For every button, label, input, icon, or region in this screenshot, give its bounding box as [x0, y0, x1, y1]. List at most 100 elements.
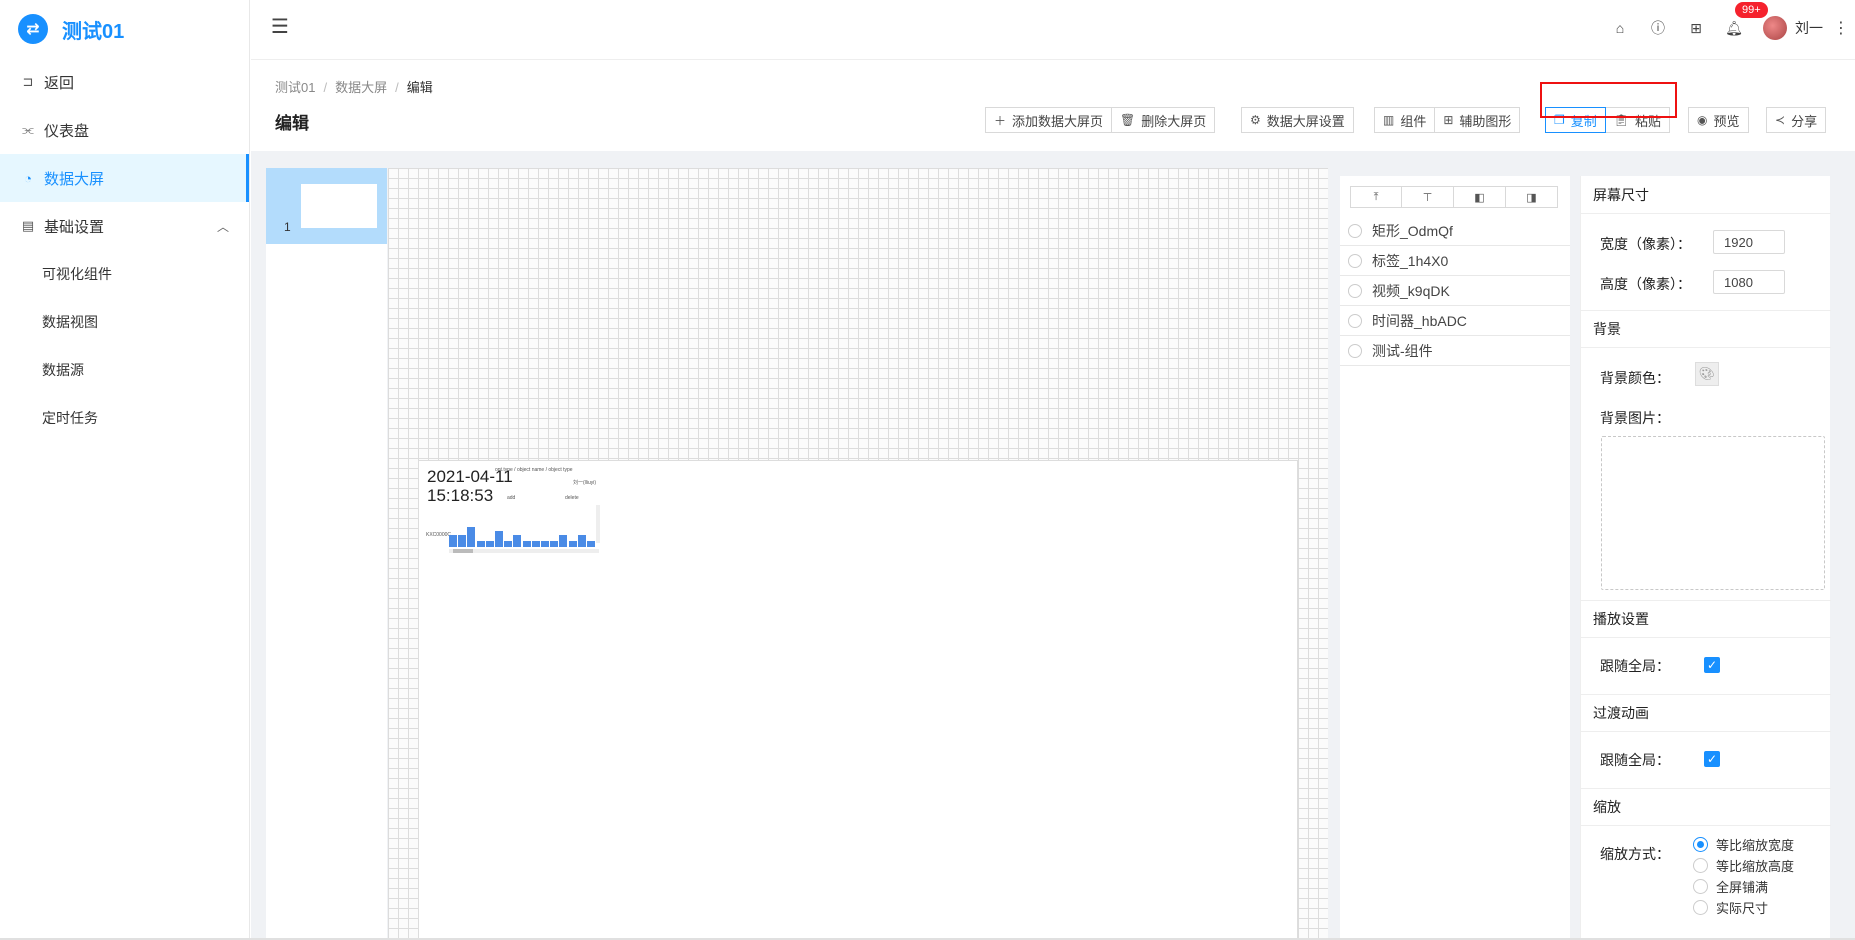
width-input[interactable]: 1920: [1713, 230, 1785, 254]
sidebar-subitem-data-view[interactable]: 数据视图: [0, 298, 249, 346]
mini-chart-scroll-thumb[interactable]: [453, 549, 473, 553]
logo-text: 测试01: [62, 20, 125, 43]
move-to-top-icon[interactable]: ⤒: [1350, 186, 1402, 208]
layer-item[interactable]: 测试-组件: [1340, 336, 1570, 366]
layer-select-radio[interactable]: [1348, 223, 1362, 238]
dashboard-icon: ⫘: [22, 122, 34, 137]
layer-item[interactable]: 矩形_OdmQf: [1340, 216, 1570, 246]
sidebar-subitem-scheduled-tasks[interactable]: 定时任务: [0, 394, 249, 442]
transition-follow-global-checkbox[interactable]: ✓: [1704, 751, 1720, 767]
radio-button[interactable]: [1693, 837, 1708, 852]
sidebar-item-data-screen[interactable]: ◔ 数据大屏: [0, 154, 249, 202]
pie-chart-icon: ◔: [24, 170, 32, 186]
scale-option-width[interactable]: 等比缩放宽度: [1693, 835, 1794, 854]
mini-chart-bar: [531, 541, 540, 547]
radio-button[interactable]: [1693, 858, 1708, 873]
bg-image-dropzone[interactable]: [1601, 436, 1825, 590]
screen-canvas[interactable]: opt.type / object name / object type 刘一(…: [418, 460, 1298, 940]
mini-chart-scrollbar[interactable]: [449, 549, 599, 553]
mini-chart-bar: [485, 541, 494, 547]
breadcrumb-item[interactable]: 测试01: [275, 80, 315, 95]
follow-global-checkbox[interactable]: ✓: [1704, 657, 1720, 673]
help-icon[interactable]: ⓘ: [1639, 18, 1677, 38]
username[interactable]: 刘一: [1795, 18, 1823, 38]
document-icon: ▤: [21, 218, 35, 233]
settings-button-group: ⚙ 数据大屏设置: [1241, 107, 1354, 133]
component-button-group: ▥ 组件 ⊞ 辅助图形: [1374, 107, 1521, 133]
header-actions: ⌂ ⓘ ⊞ 🔔︎ 99+ 刘一 ⋮: [1601, 0, 1855, 56]
sidebar-subitem-data-source[interactable]: 数据源: [0, 346, 249, 394]
delete-screen-page-button[interactable]: 🗑︎ 删除大屏页: [1112, 107, 1216, 133]
sidebar-subitem-visual-components[interactable]: 可视化组件: [0, 250, 249, 298]
breadcrumb-item[interactable]: 数据大屏: [335, 80, 387, 95]
sidebar-item-basic-settings[interactable]: ▤ 基础设置 ︿: [0, 202, 249, 250]
layer-name: 测试-组件: [1372, 342, 1433, 359]
sidebar-item-dashboard[interactable]: ⫘ 仪表盘: [0, 106, 249, 154]
logo-icon: ⇄: [18, 14, 48, 44]
mini-chart-bar: [504, 541, 513, 547]
layer-item[interactable]: 视频_k9qDK: [1340, 276, 1570, 306]
bg-color-label: 背景颜色：: [1600, 370, 1670, 386]
mini-chart-vscroll[interactable]: [596, 505, 600, 543]
mini-chart-bar: [577, 535, 586, 547]
sidebar-item-label: 数据大屏: [44, 170, 105, 188]
notification-badge: 99+: [1735, 1, 1768, 18]
layer-panel: ⤒ ⊤ ◧ ◨ 矩形_OdmQf 标签_1h4X0 视频_k9qDK 时间器_h…: [1340, 176, 1570, 940]
share-button[interactable]: ≺ 分享: [1766, 107, 1827, 133]
move-to-bottom-icon[interactable]: ⊤: [1402, 186, 1454, 208]
radio-label: 等比缩放高度: [1716, 859, 1795, 874]
button-label: 添加数据大屏页: [1012, 113, 1104, 129]
section-scale: 缩放: [1581, 788, 1831, 826]
more-vertical-icon[interactable]: ⋮: [1833, 18, 1849, 38]
mini-chart-ylabel: KXC0000C: [426, 532, 452, 538]
share-button-group: ≺ 分享: [1766, 107, 1827, 133]
bring-forward-icon[interactable]: ◧: [1454, 186, 1506, 208]
palette-icon[interactable]: 🎨︎: [1695, 362, 1719, 386]
menu-fold-icon[interactable]: ☰: [271, 14, 289, 39]
height-input[interactable]: 1080: [1713, 270, 1785, 294]
scale-option-height[interactable]: 等比缩放高度: [1693, 856, 1794, 875]
layer-select-radio[interactable]: [1348, 313, 1362, 328]
add-screen-page-button[interactable]: ＋ 添加数据大屏页: [985, 107, 1113, 133]
radio-label: 全屏铺满: [1716, 880, 1769, 895]
layer-name: 标签_1h4X0: [1372, 252, 1449, 269]
mini-chart-bar: [550, 541, 559, 547]
follow-global-label: 跟随全局：: [1600, 752, 1670, 768]
preview-button[interactable]: ◉ 预览: [1688, 107, 1749, 133]
clock-widget[interactable]: 2021-04-11 15:18:53: [427, 467, 517, 505]
apps-grid-icon[interactable]: ⊞: [1677, 20, 1715, 37]
preview-button-group: ◉ 预览: [1688, 107, 1749, 133]
avatar[interactable]: [1763, 16, 1787, 40]
page-thumbnails: 1: [266, 168, 387, 940]
chevron-up-icon: ︿: [216, 219, 229, 234]
layer-item[interactable]: 时间器_hbADC: [1340, 306, 1570, 336]
section-background: 背景: [1581, 310, 1831, 348]
logo[interactable]: ⇄ 测试01: [0, 0, 249, 58]
bell-icon[interactable]: 🔔︎ 99+: [1715, 1, 1768, 37]
aux-shapes-button[interactable]: ⊞ 辅助图形: [1435, 107, 1521, 133]
mini-chart-bar: [467, 527, 476, 547]
sidebar-item-return[interactable]: ⊐ 返回: [0, 58, 249, 106]
gear-icon: ⚙: [1250, 113, 1261, 127]
layer-select-radio[interactable]: [1348, 343, 1362, 358]
button-label: 组件: [1400, 113, 1427, 129]
mini-chart-legend: 刘一(lliuyi): [573, 480, 597, 486]
send-backward-icon[interactable]: ◨: [1506, 186, 1558, 208]
sidebar-item-label: 基础设置: [44, 218, 105, 236]
components-button[interactable]: ▥ 组件: [1374, 107, 1436, 133]
layer-item[interactable]: 标签_1h4X0: [1340, 246, 1570, 276]
layer-select-radio[interactable]: [1348, 283, 1362, 298]
home-icon[interactable]: ⌂: [1601, 20, 1639, 36]
layer-name: 矩形_OdmQf: [1372, 222, 1453, 239]
trash-icon: 🗑︎: [1120, 113, 1136, 127]
page-thumbnail[interactable]: 1: [266, 168, 387, 244]
scale-option-actual[interactable]: 实际尺寸: [1693, 898, 1768, 917]
breadcrumb-separator: /: [323, 80, 328, 95]
plus-icon: ＋: [994, 113, 1007, 128]
layer-select-radio[interactable]: [1348, 253, 1362, 268]
radio-button[interactable]: [1693, 879, 1708, 894]
scale-option-fill[interactable]: 全屏铺满: [1693, 877, 1768, 896]
screen-settings-button[interactable]: ⚙ 数据大屏设置: [1241, 107, 1354, 133]
bar-chart-icon: ▥: [1383, 113, 1395, 127]
radio-button[interactable]: [1693, 900, 1708, 915]
